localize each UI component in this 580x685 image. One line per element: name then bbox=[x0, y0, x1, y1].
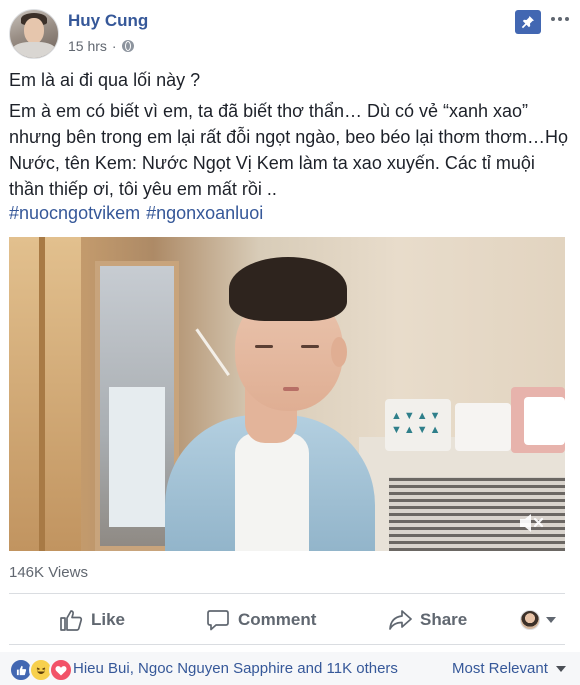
comment-label: Comment bbox=[238, 610, 317, 629]
post-text-line1: Em là ai đi qua lối này ? bbox=[9, 70, 201, 90]
volume-muted-icon[interactable] bbox=[517, 511, 545, 535]
hashtag-link[interactable]: #ngonxoanluoi bbox=[146, 203, 263, 224]
author-name[interactable]: Huy Cung bbox=[68, 11, 148, 31]
share-label: Share bbox=[420, 610, 468, 629]
action-bar: Like Comment Share bbox=[9, 602, 565, 638]
like-button[interactable]: Like bbox=[59, 602, 125, 638]
share-icon bbox=[389, 610, 412, 630]
chevron-down-icon bbox=[555, 665, 566, 672]
globe-icon[interactable] bbox=[121, 40, 134, 52]
more-options-icon[interactable] bbox=[549, 8, 571, 30]
hashtag-link[interactable]: #nuocngotvikem bbox=[9, 203, 140, 224]
thumbs-up-icon bbox=[60, 610, 83, 631]
avatar bbox=[520, 610, 540, 630]
like-label: Like bbox=[91, 610, 126, 629]
hashtags: #nuocngotvikem #ngonxoanluoi bbox=[9, 203, 263, 224]
author-avatar[interactable] bbox=[9, 9, 59, 59]
video-player[interactable] bbox=[9, 237, 565, 551]
post-text-body: Em à em có biết vì em, ta đã biết thơ th… bbox=[9, 101, 568, 199]
reactors-summary-link[interactable]: Hieu Bui, Ngoc Nguyen Sapphire and 11K o… bbox=[73, 660, 398, 677]
love-reaction-icon bbox=[49, 658, 73, 682]
reaction-icons[interactable] bbox=[9, 658, 73, 682]
sort-label: Most Relevant bbox=[452, 660, 548, 677]
post-timestamp[interactable]: 15 hrs bbox=[68, 38, 107, 54]
chevron-down-icon bbox=[546, 617, 556, 623]
view-count: 146K Views bbox=[9, 564, 88, 581]
comment-sort-dropdown[interactable]: Most Relevant bbox=[452, 660, 566, 677]
meta-separator: · bbox=[111, 38, 117, 54]
share-button[interactable]: Share bbox=[388, 602, 467, 638]
reactions-bar: Hieu Bui, Ngoc Nguyen Sapphire and 11K o… bbox=[0, 652, 580, 685]
comment-button[interactable]: Comment bbox=[206, 602, 316, 638]
comment-icon bbox=[207, 610, 229, 631]
post-as-selector[interactable] bbox=[520, 610, 556, 630]
divider bbox=[9, 593, 565, 594]
post-meta: 15 hrs · bbox=[68, 38, 134, 54]
facebook-post: Huy Cung 15 hrs · Em là ai đi qua lối nà… bbox=[0, 0, 580, 685]
divider bbox=[9, 644, 565, 645]
pin-icon[interactable] bbox=[515, 10, 541, 34]
video-frame-shelf bbox=[9, 237, 81, 551]
